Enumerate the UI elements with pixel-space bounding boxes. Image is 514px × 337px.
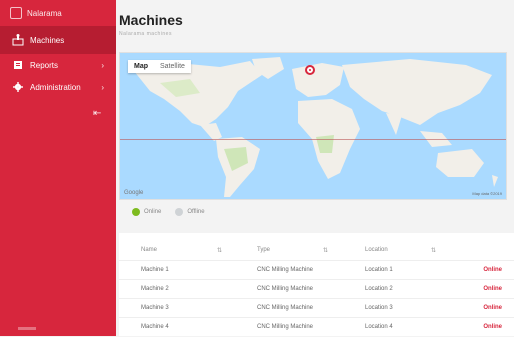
chevron-right-icon: › (101, 60, 104, 70)
machine-type: CNC Milling Machine (257, 286, 314, 292)
sidebar-item-label: Reports (30, 60, 59, 70)
sidebar-item-machines[interactable]: Machines (0, 26, 116, 54)
machine-name: Machine 4 (141, 324, 169, 330)
machine-name: Machine 2 (141, 286, 169, 292)
machine-name: Machine 1 (141, 267, 169, 273)
sort-icon[interactable]: ⇅ (217, 247, 222, 254)
google-logo: Google (124, 190, 144, 196)
online-dot-icon (132, 208, 140, 216)
map-attribution[interactable]: Map data ©2019 (472, 191, 502, 196)
sidebar-item-label: Machines (30, 35, 65, 45)
offline-dot-icon (175, 208, 184, 216)
chevron-right-icon: › (101, 82, 104, 92)
brand[interactable]: Nalarama (0, 0, 116, 26)
machine-location: Location 4 (365, 324, 393, 330)
table-row[interactable]: Machine 3 CNC Milling Machine Location 3… (119, 298, 514, 318)
legend-label: Offline (187, 209, 205, 215)
logo-icon (10, 7, 22, 19)
sidebar-footer (18, 327, 36, 330)
column-header-location[interactable]: Location (365, 247, 388, 253)
status-badge: Online (483, 324, 502, 330)
machine-type: CNC Milling Machine (257, 267, 314, 273)
table-row[interactable]: Machine 1 CNC Milling Machine Location 1… (119, 260, 514, 280)
machine-name: Machine 3 (141, 305, 169, 311)
map-type-toggle: Map Satellite (128, 60, 191, 73)
machine-location: Location 3 (365, 305, 393, 311)
collapse-icon[interactable]: ⇤ (93, 108, 101, 119)
column-header-name[interactable]: Name (141, 247, 157, 253)
main-content: Machines Nalarama machines Map Satellite (116, 0, 514, 336)
status-badge: Online (483, 267, 502, 273)
status-badge: Online (483, 305, 502, 311)
table-row[interactable]: Machine 2 CNC Milling Machine Location 2… (119, 279, 514, 299)
gear-icon (12, 81, 24, 93)
equator-line (120, 139, 506, 140)
status-badge: Online (483, 286, 502, 292)
machine-type: CNC Milling Machine (257, 305, 314, 311)
world-map[interactable]: Map Satellite Google Map data ©2019 (119, 52, 507, 200)
cnc-machine-icon (12, 34, 24, 46)
sidebar-item-reports[interactable]: Reports › (0, 54, 116, 76)
machine-type: CNC Milling Machine (257, 324, 314, 330)
sort-icon[interactable]: ⇅ (323, 247, 328, 254)
sidebar-item-administration[interactable]: Administration › (0, 76, 116, 98)
table-row[interactable]: Machine 4 CNC Milling Machine Location 4… (119, 317, 514, 337)
legend-item-offline: Offline (175, 208, 205, 216)
machines-table: Name ⇅ Type ⇅ Location ⇅ Machine 1 CNC M… (119, 233, 514, 336)
map-type-map-button[interactable]: Map (128, 60, 154, 73)
map-legend: Online Offline (132, 208, 219, 216)
machine-location: Location 2 (365, 286, 393, 292)
column-header-type[interactable]: Type (257, 247, 270, 253)
map-land (134, 57, 498, 197)
legend-label: Online (144, 209, 162, 215)
map-pin-icon[interactable] (305, 65, 315, 75)
page-subtitle: Nalarama machines (119, 31, 172, 37)
sidebar-item-label: Administration (30, 82, 81, 92)
machine-location: Location 1 (365, 267, 393, 273)
legend-item-online: Online (132, 208, 161, 216)
brand-name: Nalarama (27, 8, 62, 18)
sort-icon[interactable]: ⇅ (431, 247, 436, 254)
report-icon (12, 59, 24, 71)
sidebar: Nalarama Machines Reports › Administrati… (0, 0, 116, 336)
map-type-satellite-button[interactable]: Satellite (154, 60, 191, 73)
page-title: Machines (119, 12, 183, 28)
